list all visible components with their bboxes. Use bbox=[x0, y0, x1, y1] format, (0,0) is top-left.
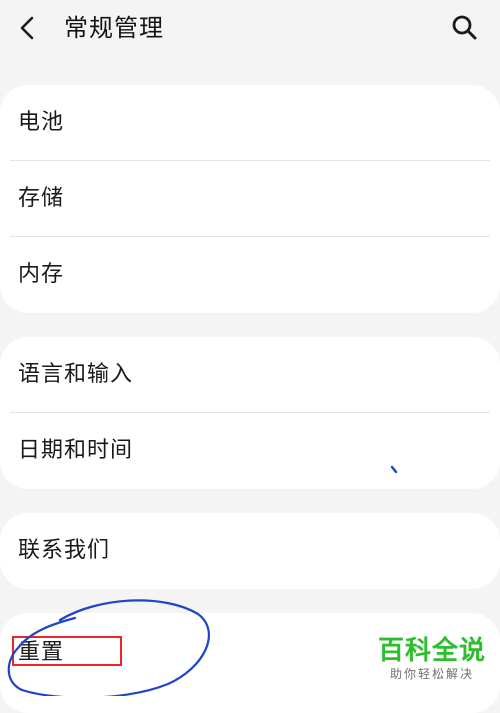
settings-item-label: 语言和输入 bbox=[18, 362, 134, 387]
settings-item-language-input[interactable]: 语言和输入 bbox=[0, 337, 500, 413]
settings-item-date-time[interactable]: 日期和时间 bbox=[0, 413, 500, 489]
settings-item-battery[interactable]: 电池 bbox=[0, 85, 500, 161]
settings-item-label: 日期和时间 bbox=[18, 438, 134, 463]
settings-item-storage[interactable]: 存储 bbox=[0, 161, 500, 237]
watermark-title: 百科全说 bbox=[377, 636, 486, 666]
page-title: 常规管理 bbox=[64, 14, 164, 42]
search-button[interactable] bbox=[446, 9, 482, 45]
search-icon bbox=[452, 15, 477, 40]
highlight-box bbox=[12, 636, 122, 666]
settings-group-storage: 电池 存储 内存 bbox=[0, 85, 500, 313]
back-button[interactable] bbox=[10, 10, 46, 46]
watermark-subtitle: 助你轻松解决 bbox=[389, 667, 474, 681]
chevron-left-icon bbox=[20, 16, 34, 40]
settings-item-label: 联系我们 bbox=[18, 538, 111, 563]
settings-group-language: 语言和输入 日期和时间 bbox=[0, 337, 500, 489]
settings-group-contact: 联系我们 bbox=[0, 513, 500, 589]
settings-item-label: 内存 bbox=[18, 262, 65, 287]
watermark-logo: 百科全说 助你轻松解决 bbox=[378, 636, 486, 682]
settings-item-memory[interactable]: 内存 bbox=[0, 237, 500, 313]
settings-item-contact-us[interactable]: 联系我们 bbox=[0, 513, 500, 589]
settings-item-label: 存储 bbox=[18, 186, 65, 211]
settings-item-label: 电池 bbox=[18, 110, 65, 135]
top-app-bar: 常规管理 bbox=[0, 0, 500, 56]
